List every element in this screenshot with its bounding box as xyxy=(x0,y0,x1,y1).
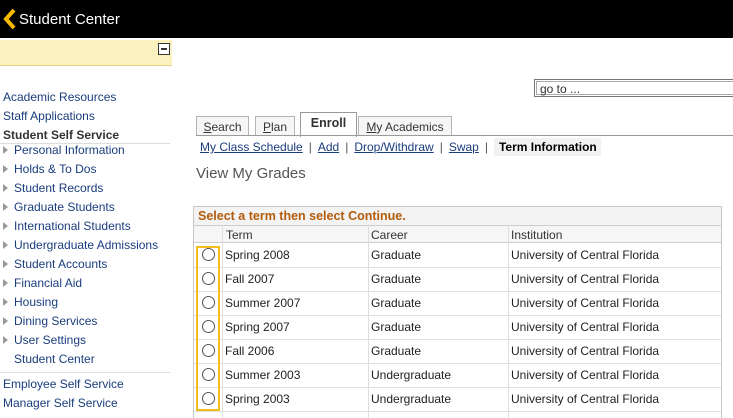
term-radio[interactable] xyxy=(202,272,215,285)
menu-item-graduate-students[interactable]: Graduate Students xyxy=(3,200,115,214)
column-divider xyxy=(368,225,369,418)
career-cell: Graduate xyxy=(371,272,422,286)
institution-cell: University of Central Florida xyxy=(511,296,660,310)
menu-link-manager-self-service[interactable]: Manager Self Service xyxy=(3,396,118,410)
expand-arrow-icon xyxy=(3,221,8,230)
subnav-term-information: Term Information xyxy=(493,138,601,156)
menu-link-staff-applications[interactable]: Staff Applications xyxy=(3,109,95,123)
term-cell: Summer 2003 xyxy=(225,368,301,382)
row-divider xyxy=(194,339,721,340)
menu-item-dining-services[interactable]: Dining Services xyxy=(3,314,97,328)
back-chevron-icon[interactable] xyxy=(2,8,18,30)
expand-arrow-icon xyxy=(3,335,8,344)
menu-link-employee-self-service[interactable]: Employee Self Service xyxy=(3,377,124,391)
tab-enroll[interactable]: Enroll xyxy=(300,112,357,137)
row-divider xyxy=(194,387,721,388)
goto-dropdown[interactable]: go to ... xyxy=(534,79,733,97)
career-cell: Graduate xyxy=(371,296,422,310)
menu-item-holds[interactable]: Holds & To Dos xyxy=(3,162,96,176)
term-radio[interactable] xyxy=(202,248,215,261)
institution-cell: University of Central Florida xyxy=(511,368,660,382)
career-cell: Undergraduate xyxy=(371,368,452,382)
row-divider xyxy=(194,267,721,268)
menu-item-student-accounts[interactable]: Student Accounts xyxy=(3,257,107,271)
institution-cell: University of Central Florida xyxy=(511,320,660,334)
institution-cell: University of Central Florida xyxy=(511,248,660,262)
subnav-drop-withdraw[interactable]: Drop/Withdraw xyxy=(354,140,433,154)
grid-caption: Select a term then select Continue. xyxy=(194,207,721,225)
menu-link-academic-resources[interactable]: Academic Resources xyxy=(3,90,116,104)
page-title: View My Grades xyxy=(196,165,306,182)
expand-arrow-icon xyxy=(3,145,8,154)
institution-cell: University of Central Florida xyxy=(511,344,660,358)
row-divider xyxy=(194,315,721,316)
header-institution: Institution xyxy=(508,225,721,243)
term-radio[interactable] xyxy=(202,296,215,309)
expand-arrow-icon xyxy=(3,240,8,249)
header-term: Term xyxy=(222,225,368,243)
column-divider xyxy=(222,225,223,418)
collapse-icon[interactable] xyxy=(158,43,170,55)
menu-item-housing[interactable]: Housing xyxy=(3,295,58,309)
term-grid: Select a term then select Continue. Term… xyxy=(193,206,722,418)
tab-plan[interactable]: Plan xyxy=(255,116,295,136)
term-cell: Fall 2007 xyxy=(225,272,275,286)
term-cell: Spring 2008 xyxy=(225,248,290,262)
row-divider xyxy=(194,411,721,412)
term-radio[interactable] xyxy=(202,392,215,405)
expand-arrow-icon xyxy=(3,297,8,306)
menu-item-student-center[interactable]: Student Center xyxy=(14,352,95,366)
subnav-separator: | xyxy=(308,140,312,154)
career-cell: Graduate xyxy=(371,344,422,358)
subnav-separator: | xyxy=(484,140,488,154)
expand-arrow-icon xyxy=(3,202,8,211)
header-career: Career xyxy=(368,225,508,243)
term-radio[interactable] xyxy=(202,368,215,381)
term-radio[interactable] xyxy=(202,320,215,333)
subnav-swap[interactable]: Swap xyxy=(449,140,479,154)
menu-item-student-records[interactable]: Student Records xyxy=(3,181,103,195)
expand-arrow-icon xyxy=(3,259,8,268)
goto-placeholder: go to ... xyxy=(540,82,581,96)
expand-arrow-icon xyxy=(3,164,8,173)
expand-arrow-icon xyxy=(3,183,8,192)
menu-section-title: Student Self Service xyxy=(3,128,120,142)
subnav-add[interactable]: Add xyxy=(318,140,339,154)
subnav-separator: | xyxy=(345,140,349,154)
tab-my-academics[interactable]: My Academics xyxy=(358,116,452,136)
menu-item-financial-aid[interactable]: Financial Aid xyxy=(3,276,82,290)
tab-divider xyxy=(196,135,733,136)
menu-divider xyxy=(0,372,170,373)
term-cell: Spring 2007 xyxy=(225,320,290,334)
subnav-my-class-schedule[interactable]: My Class Schedule xyxy=(200,140,303,154)
header-select xyxy=(194,225,222,243)
app-title: Student Center xyxy=(19,11,120,28)
menu-item-user-settings[interactable]: User Settings xyxy=(3,333,86,347)
institution-cell: University of Central Florida xyxy=(511,392,660,406)
column-divider xyxy=(508,225,509,418)
career-cell: Undergraduate xyxy=(371,392,452,406)
subnav-separator: | xyxy=(439,140,443,154)
term-radio[interactable] xyxy=(202,344,215,357)
term-cell: Spring 2003 xyxy=(225,392,290,406)
career-cell: Graduate xyxy=(371,320,422,334)
expand-arrow-icon xyxy=(3,316,8,325)
institution-cell: University of Central Florida xyxy=(511,272,660,286)
term-cell: Fall 2006 xyxy=(225,344,275,358)
top-header: Student Center xyxy=(0,0,733,38)
menu-item-undergraduate-admissions[interactable]: Undergraduate Admissions xyxy=(3,238,158,252)
menu-item-personal-information[interactable]: Personal Information xyxy=(3,143,125,157)
sub-navigation: My Class Schedule | Add | Drop/Withdraw | Swap… xyxy=(196,138,601,156)
expand-arrow-icon xyxy=(3,278,8,287)
menu-collapse-bar xyxy=(0,40,172,66)
menu-item-international-students[interactable]: International Students xyxy=(3,219,131,233)
row-divider xyxy=(194,363,721,364)
term-cell: Summer 2007 xyxy=(225,296,301,310)
tab-search[interactable]: Search xyxy=(196,116,249,136)
row-divider xyxy=(194,291,721,292)
career-cell: Graduate xyxy=(371,248,422,262)
